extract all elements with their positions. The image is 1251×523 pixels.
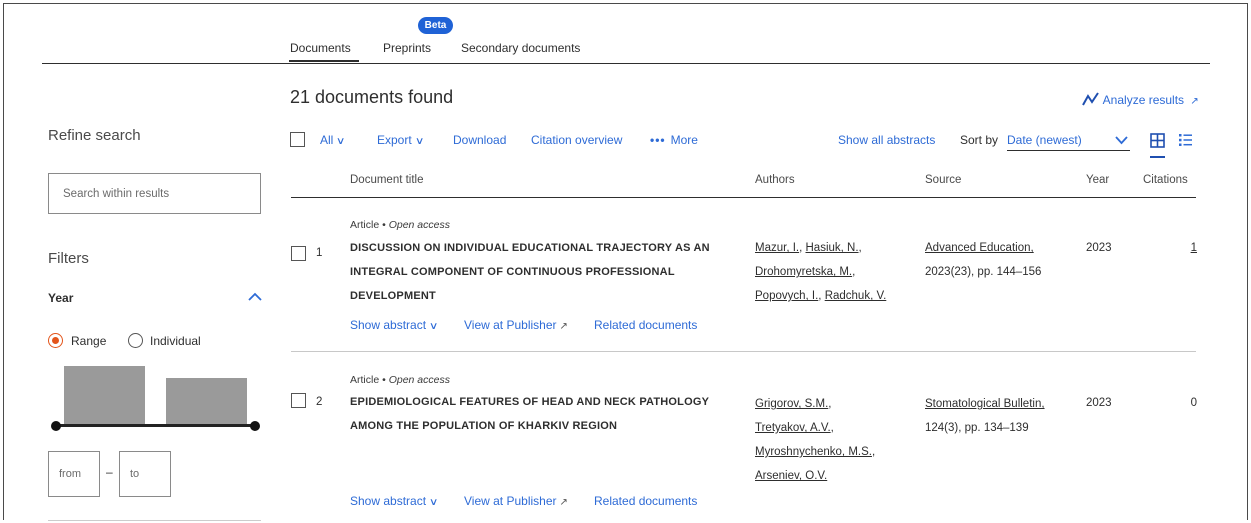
author-link[interactable]: Drohomyretska, M. [755,266,852,278]
chevron-down-icon: ∨ [336,136,346,147]
tabs-divider [42,63,1210,64]
source-link[interactable]: Advanced Education, [925,242,1034,254]
range-radio-label: Range [71,334,107,348]
view-at-publisher-link[interactable]: View at Publisher ↗ [464,494,568,508]
select-all-checkbox[interactable] [290,132,305,147]
analyze-results-label: Analyze results [1102,93,1185,107]
view-at-publisher-link[interactable]: View at Publisher ↗ [464,318,568,332]
show-all-abstracts-button[interactable]: Show all abstracts [838,133,935,147]
search-within-results-input[interactable] [49,174,260,213]
source-link[interactable]: Stomatological Bulletin, [925,398,1045,410]
export-button[interactable]: Export ∨ [377,133,425,147]
sort-by-label: Sort by [960,133,999,147]
individual-radio-label: Individual [150,334,201,348]
author-link[interactable]: Arseniev, O.V. [755,470,827,482]
year-to-field[interactable] [119,451,171,497]
document-type: Article • Open access [350,219,450,231]
header-divider [291,197,1196,198]
citations-count: 0 [1190,397,1197,409]
year-slider-min-handle[interactable] [51,421,61,431]
external-link-icon: ↗ [1190,96,1199,107]
row-checkbox[interactable] [291,246,306,261]
range-radio[interactable] [48,333,63,348]
more-button[interactable]: ••• More [650,133,698,147]
external-link-icon: ↗ [559,497,568,508]
source-detail: 2023(23), pp. 144–156 [925,266,1042,278]
chevron-down-icon [1115,136,1128,145]
individual-radio[interactable] [128,333,143,348]
filters-title: Filters [48,250,89,267]
publication-year: 2023 [1086,397,1112,409]
export-label: Export [377,133,412,147]
more-dots-icon: ••• [650,133,666,147]
author-link[interactable]: Radchuk, V. [825,290,887,302]
column-header-citations[interactable]: Citations [1143,174,1188,186]
row-number: 2 [316,396,323,408]
author-link[interactable]: Popovych, I. [755,290,818,302]
histogram-bar [64,366,145,424]
active-tab-indicator [289,60,359,62]
author-link[interactable]: Myroshnychenko, M.S. [755,446,872,458]
select-all-dropdown[interactable]: All ∨ [320,133,346,147]
search-within-results[interactable] [48,173,261,214]
chevron-down-icon: ∨ [428,321,439,332]
column-header-source[interactable]: Source [925,174,961,186]
source-detail: 124(3), pp. 134–139 [925,422,1029,434]
year-from-field[interactable] [48,451,100,497]
refine-search-title: Refine search [48,127,141,144]
results-count: 21 documents found [290,87,454,107]
authors-list: Grigorov, S.M., Tretyakov, A.V., Myroshn… [755,398,876,482]
download-button[interactable]: Download [453,133,506,147]
row-divider [291,351,1196,352]
column-header-authors[interactable]: Authors [755,174,795,186]
authors-list: Mazur, I., Hasiuk, N., Drohomyretska, M.… [755,242,887,302]
select-all-label: All [320,133,334,147]
tab-documents[interactable]: Documents [290,41,351,55]
column-header-title[interactable]: Document title [350,174,424,186]
grid-view-icon[interactable] [1150,133,1165,148]
sort-select[interactable]: Date (newest) [1007,131,1130,151]
analyze-results-link[interactable]: Analyze results ↗ [1082,92,1199,107]
show-abstract-button[interactable]: Show abstract ∨ [350,494,439,508]
author-link[interactable]: Tretyakov, A.V. [755,422,831,434]
chevron-down-icon: ∨ [414,136,425,147]
citation-overview-button[interactable]: Citation overview [531,133,622,147]
year-from-input[interactable] [49,452,99,496]
year-filter-label: Year [48,291,74,305]
tab-preprints[interactable]: Preprints [383,41,431,55]
sidebar-divider [48,520,261,521]
range-dash: – [106,465,113,479]
list-view-icon[interactable] [1178,133,1193,147]
chevron-up-icon[interactable] [248,292,262,302]
document-type: Article • Open access [350,374,450,386]
author-link[interactable]: Hasiuk, N. [806,242,859,254]
year-to-input[interactable] [120,452,170,496]
publication-year: 2023 [1086,242,1112,254]
sort-select-value: Date (newest) [1007,133,1082,147]
year-slider-max-handle[interactable] [250,421,260,431]
row-checkbox[interactable] [291,393,306,408]
source-info: Advanced Education, 2023(23), pp. 144–15… [925,236,1075,284]
active-view-indicator [1150,156,1165,158]
author-link[interactable]: Grigorov, S.M. [755,398,828,410]
source-info: Stomatological Bulletin, 124(3), pp. 134… [925,392,1085,440]
tab-secondary-documents[interactable]: Secondary documents [461,41,580,55]
document-title-link[interactable]: EPIDEMIOLOGICAL FEATURES OF HEAD AND NEC… [350,390,735,438]
year-slider-track [56,424,258,427]
show-abstract-button[interactable]: Show abstract ∨ [350,318,439,332]
related-documents-link[interactable]: Related documents [594,494,697,508]
citations-count-link[interactable]: 1 [1177,242,1197,254]
histogram-bar [166,378,247,424]
more-label: More [670,133,698,147]
beta-badge: Beta [418,17,453,34]
row-number: 1 [316,247,323,259]
external-link-icon: ↗ [559,321,568,332]
chevron-down-icon: ∨ [428,497,439,508]
author-link[interactable]: Mazur, I. [755,242,799,254]
column-header-year[interactable]: Year [1086,174,1109,186]
trend-icon [1082,92,1099,106]
related-documents-link[interactable]: Related documents [594,318,697,332]
document-title-link[interactable]: DISCUSSION ON INDIVIDUAL EDUCATIONAL TRA… [350,236,735,308]
